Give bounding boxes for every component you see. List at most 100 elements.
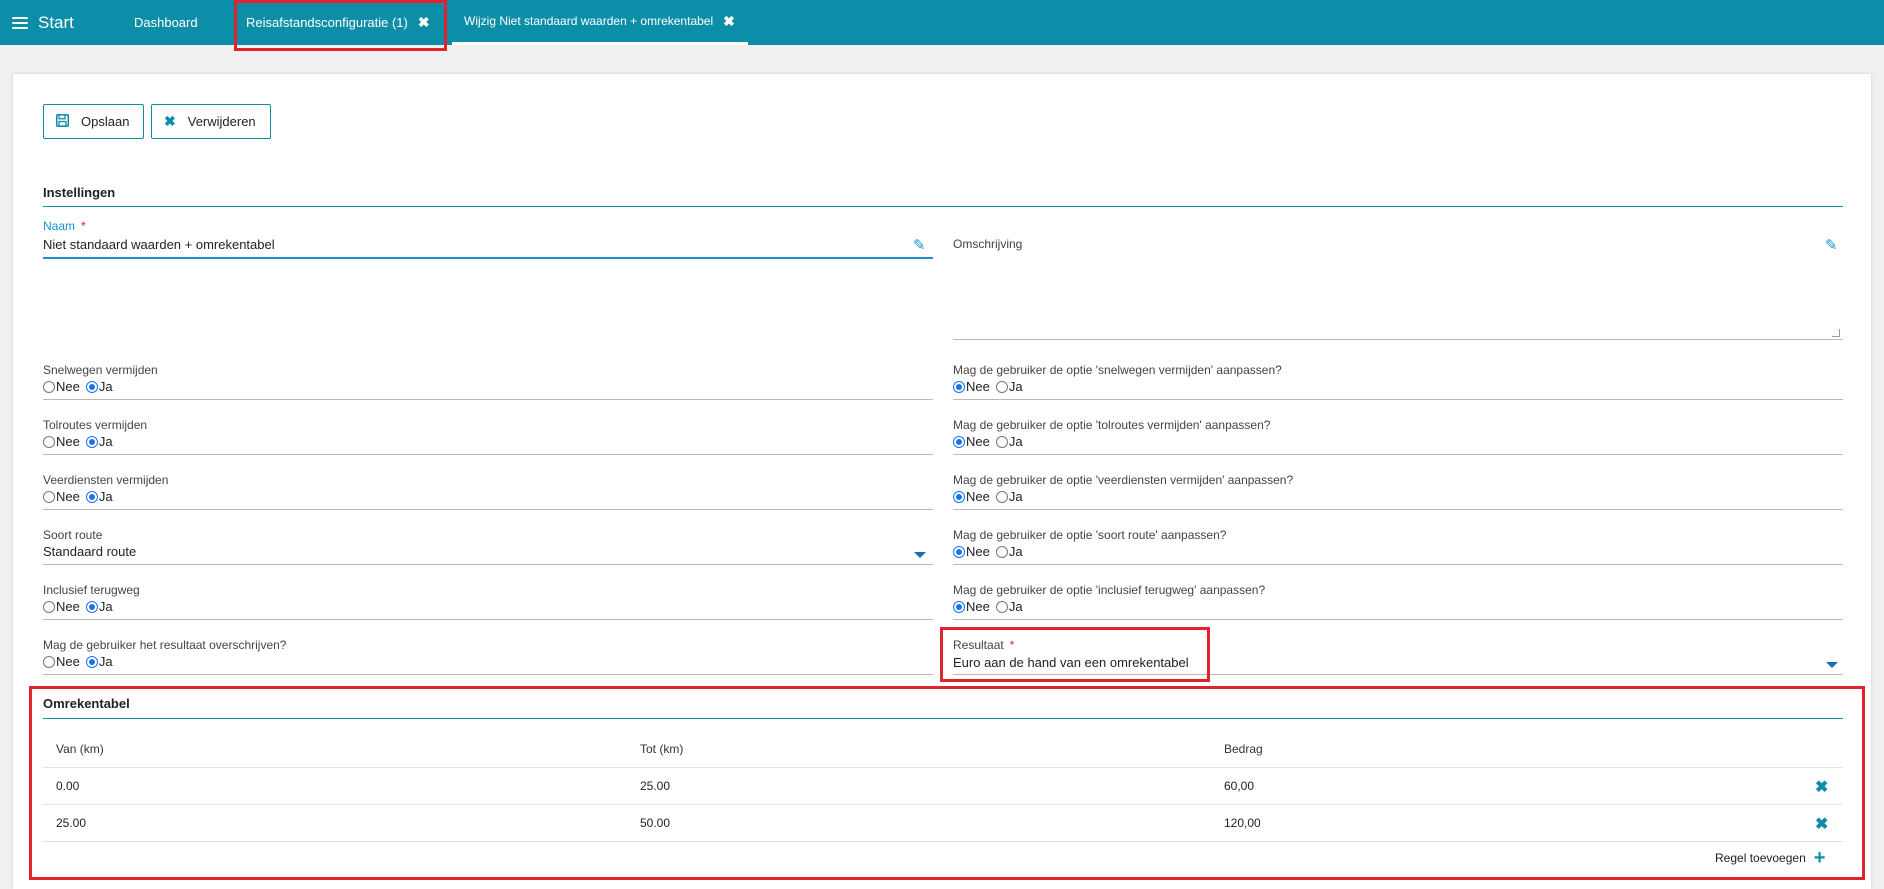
tab-wijzig-configuratie-label: Wijzig Niet standaard waarden + omrekent… (464, 14, 714, 28)
radio-option-nee[interactable]: Nee (43, 434, 80, 449)
radio-button-icon (995, 545, 1008, 558)
veerdiensten-vermijden-label: Veerdiensten vermijden (43, 473, 169, 487)
radio-button-icon (43, 655, 55, 668)
section-divider (43, 718, 1843, 719)
tab-dashboard[interactable]: Dashboard (134, 0, 198, 45)
pencil-edit-icon[interactable]: ✎ (913, 236, 926, 254)
edit-form-panel: Opslaan ✖ Verwijderen Instellingen Naam *… (13, 74, 1871, 889)
tolroutes-aanpassen-label: Mag de gebruiker de optie 'tolroutes ver… (953, 418, 1271, 432)
radio-button-selected-icon (85, 490, 98, 503)
radio-option-nee[interactable]: Nee (43, 654, 80, 669)
radio-button-icon (43, 600, 55, 613)
radio-option-nee[interactable]: Nee (953, 489, 990, 504)
plus-icon: + (1813, 847, 1826, 869)
table-divider (43, 841, 1843, 842)
snelwegen-aanpassen-radio-group: Nee Ja (953, 379, 1029, 394)
terugweg-aanpassen-label: Mag de gebruiker de optie 'inclusief ter… (953, 583, 1266, 597)
radio-button-selected-icon (953, 600, 965, 613)
radio-option-ja[interactable]: Ja (995, 379, 1023, 394)
close-tab-icon[interactable]: ✖ (418, 14, 430, 31)
radio-option-ja[interactable]: Ja (85, 379, 113, 394)
field-underline (43, 564, 933, 565)
table-cell-tot[interactable]: 25.00 (640, 779, 670, 793)
radio-option-nee[interactable]: Nee (953, 599, 990, 614)
field-underline (953, 454, 1843, 455)
close-tab-icon[interactable]: ✖ (723, 13, 735, 30)
start-label: Start (38, 13, 74, 32)
tolroutes-vermijden-radio-group: Nee Ja (43, 434, 119, 449)
radio-option-ja[interactable]: Ja (995, 599, 1023, 614)
field-underline (43, 399, 933, 400)
column-header-tot: Tot (km) (640, 742, 684, 756)
tab-reisafstandsconfiguratie-label: Reisafstandsconfiguratie (1) (246, 15, 408, 30)
field-underline (43, 674, 933, 675)
radio-button-icon (43, 435, 55, 448)
tab-reisafstandsconfiguratie[interactable]: Reisafstandsconfiguratie (1) ✖ (246, 0, 430, 45)
resize-handle-icon[interactable] (1832, 329, 1840, 337)
radio-button-selected-icon (953, 380, 965, 393)
radio-option-nee[interactable]: Nee (953, 434, 990, 449)
radio-option-ja[interactable]: Ja (995, 544, 1023, 559)
table-cell-van[interactable]: 0.00 (56, 779, 79, 793)
delete-row-icon[interactable]: ✖ (1815, 777, 1828, 797)
radio-option-ja[interactable]: Ja (85, 489, 113, 504)
radio-button-icon (43, 490, 55, 503)
start-menu-button[interactable]: Start (12, 12, 74, 34)
veerdiensten-vermijden-radio-group: Nee Ja (43, 489, 119, 504)
required-marker: * (81, 219, 86, 233)
radio-option-nee[interactable]: Nee (43, 599, 80, 614)
soort-route-aanpassen-radio-group: Nee Ja (953, 544, 1029, 559)
radio-option-ja[interactable]: Ja (85, 434, 113, 449)
chevron-down-icon[interactable] (914, 552, 926, 558)
section-divider (43, 206, 1843, 207)
delete-button[interactable]: ✖ Verwijderen (151, 104, 271, 139)
tolroutes-vermijden-label: Tolroutes vermijden (43, 418, 148, 432)
field-underline (43, 509, 933, 510)
radio-button-icon (43, 380, 55, 393)
floppy-disk-icon (56, 113, 69, 130)
section-title-omrekentabel: Omrekentabel (43, 696, 130, 711)
pencil-edit-icon[interactable]: ✎ (1825, 236, 1838, 254)
table-divider (43, 804, 1843, 805)
column-header-bedrag: Bedrag (1224, 742, 1263, 756)
radio-button-icon (995, 600, 1008, 613)
naam-input[interactable]: Niet standaard waarden + omrekentabel (43, 237, 923, 252)
radio-button-selected-icon (85, 655, 98, 668)
table-cell-tot[interactable]: 50.00 (640, 816, 670, 830)
radio-button-selected-icon (85, 380, 98, 393)
radio-option-ja[interactable]: Ja (995, 489, 1023, 504)
radio-button-icon (995, 435, 1008, 448)
naam-underline (43, 257, 933, 259)
top-navigation-bar: Start Dashboard Reisafstandsconfiguratie… (0, 0, 1884, 45)
soort-route-aanpassen-label: Mag de gebruiker de optie 'soort route' … (953, 528, 1227, 542)
table-cell-van[interactable]: 25.00 (56, 816, 86, 830)
radio-option-nee[interactable]: Nee (43, 489, 80, 504)
radio-option-nee[interactable]: Nee (953, 544, 990, 559)
table-cell-bedrag[interactable]: 120,00 (1224, 816, 1261, 830)
delete-button-label: Verwijderen (187, 114, 256, 129)
radio-option-ja[interactable]: Ja (995, 434, 1023, 449)
radio-option-nee[interactable]: Nee (953, 379, 990, 394)
omschrijving-textarea[interactable] (953, 254, 1833, 314)
soort-route-label: Soort route (43, 528, 103, 542)
add-row-button[interactable]: Regel toevoegen + (1715, 848, 1825, 868)
field-underline (43, 619, 933, 620)
table-cell-bedrag[interactable]: 60,00 (1224, 779, 1254, 793)
tab-wijzig-configuratie[interactable]: Wijzig Niet standaard waarden + omrekent… (452, 0, 748, 45)
column-header-van: Van (km) (56, 742, 104, 756)
soort-route-select[interactable]: Standaard route (43, 544, 903, 559)
radio-option-nee[interactable]: Nee (43, 379, 80, 394)
save-button[interactable]: Opslaan (43, 104, 144, 139)
resultaat-select[interactable]: Euro aan de hand van een omrekentabel (953, 655, 1813, 670)
delete-row-icon[interactable]: ✖ (1815, 814, 1828, 834)
radio-option-ja[interactable]: Ja (85, 599, 113, 614)
radio-option-ja[interactable]: Ja (85, 654, 113, 669)
veerdiensten-aanpassen-radio-group: Nee Ja (953, 489, 1029, 504)
table-divider (43, 767, 1843, 768)
hamburger-menu-icon (12, 16, 28, 30)
resultaat-label: Resultaat * (953, 638, 1015, 652)
section-title-instellingen: Instellingen (43, 185, 116, 200)
radio-button-selected-icon (953, 435, 965, 448)
add-row-label: Regel toevoegen (1715, 851, 1806, 865)
chevron-down-icon[interactable] (1826, 662, 1838, 668)
